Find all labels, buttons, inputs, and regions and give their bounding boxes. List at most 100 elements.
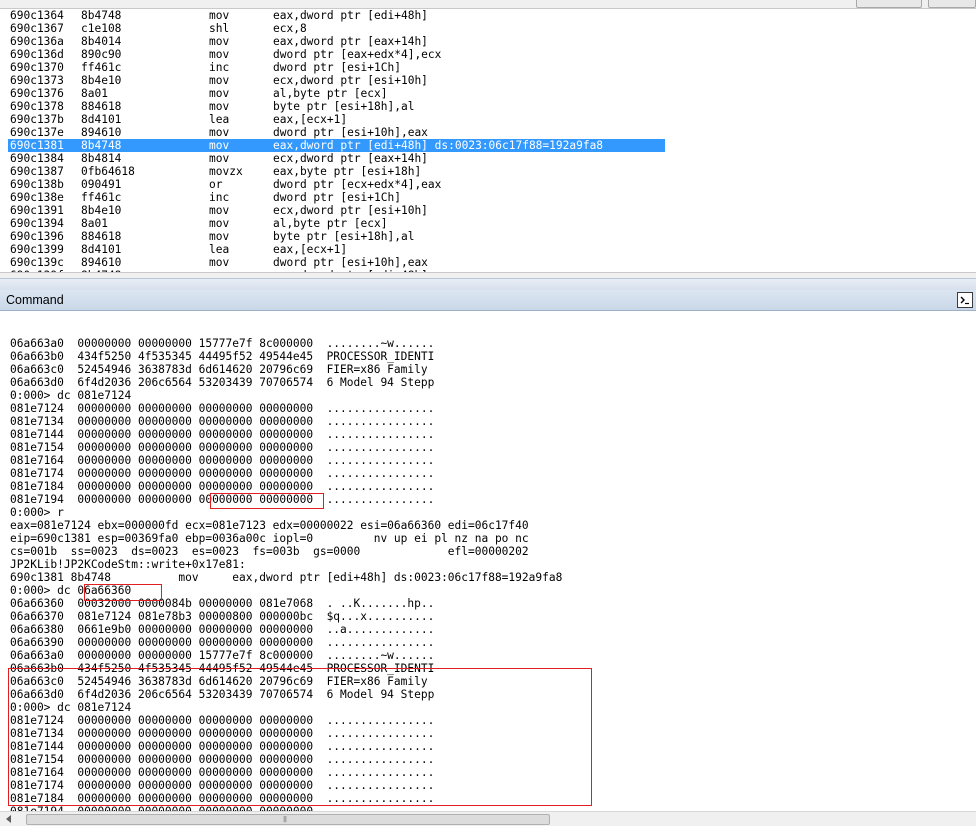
output-line: eax=081e7124 ebx=000000fd ecx=081e7123 e… [10,519,529,532]
instruction-bytes: 0fb64618 [81,165,135,178]
instruction-mnemonic: mov [209,48,230,61]
instruction-operands: dword ptr [esi+10h],eax [273,256,428,269]
disassembly-line[interactable]: 690c139c 894610 mov dword ptr [esi+10h],eax [0,256,976,269]
instruction-operands: dword ptr [esi+1Ch] [273,191,401,204]
instruction-bytes: 090491 [81,178,122,191]
disassembly-line[interactable]: 690c1399 8d4101 lea eax,[ecx+1] [0,243,976,256]
instruction-mnemonic: mov [209,126,230,139]
instruction-address: 690c1378 [10,100,64,113]
output-line: 081e7144 00000000 00000000 00000000 0000… [10,740,435,753]
instruction-bytes: 8b4014 [81,35,122,48]
scrollbar-thumb[interactable]: ||| [26,814,550,825]
instruction-address: 690c1396 [10,230,64,243]
toolbar-button[interactable] [928,0,976,8]
instruction-operands: al,byte ptr [ecx] [273,87,388,100]
disassembly-pane[interactable]: 690c1364 8b4748 mov eax,dword ptr [edi+48h]… [0,0,976,278]
command-window-titlebar: Command [0,290,976,311]
instruction-address: 690c1364 [10,9,64,22]
disassembly-line[interactable]: 690c1370 ff461c inc dword ptr [esi+1Ch] [0,61,976,74]
output-line: 06a663a0 00000000 00000000 15777e7f 8c00… [10,649,435,662]
instruction-bytes: 8b4e10 [81,204,122,217]
instruction-mnemonic: lea [209,243,230,256]
instruction-mnemonic: inc [209,61,230,74]
disassembly-line[interactable]: 690c1384 8b4814 mov ecx,dword ptr [eax+14h] [0,152,976,165]
output-line: 0:000> r [10,506,64,519]
instruction-bytes: 890c90 [81,48,122,61]
instruction-bytes: 8a01 [81,217,108,230]
output-line: 0:000> dc 081e7124 [10,701,132,714]
output-line: 690c1381 8b4748 mov eax,dword ptr [edi+4… [10,571,563,584]
instruction-address: 690c1381 [10,139,64,152]
instruction-address: 690c1384 [10,152,64,165]
instruction-address: 690c1367 [10,22,64,35]
disassembly-line[interactable]: 690c1364 8b4748 mov eax,dword ptr [edi+48h] [0,9,976,22]
disassembly-line[interactable]: 690c136a 8b4014 mov eax,dword ptr [eax+14h] [0,35,976,48]
instruction-address: 690c1399 [10,243,64,256]
instruction-bytes: 894610 [81,126,122,139]
disassembly-line[interactable]: 690c138b 090491 or dword ptr [ecx+edx*4],ea… [0,178,976,191]
output-line: 081e7124 00000000 00000000 00000000 0000… [10,402,435,415]
disassembly-line[interactable]: 690c137b 8d4101 lea eax,[ecx+1] [0,113,976,126]
output-line: 06a663b0 434f5250 4f535345 44495f52 4954… [10,662,435,675]
instruction-mnemonic: mov [209,230,230,243]
instruction-bytes: 894610 [81,256,122,269]
instruction-mnemonic: mov [209,152,230,165]
command-window-title: Command [6,293,64,307]
instruction-operands: eax,[ecx+1] [273,113,348,126]
console-prompt-icon[interactable] [957,292,973,308]
instruction-operands: eax,dword ptr [edi+48h] ds:0023:06c17f88… [273,139,604,152]
instruction-operands: dword ptr [esi+10h],eax [273,126,428,139]
disassembly-line[interactable]: 690c1387 0fb64618 movzx eax,byte ptr [esi+1… [0,165,976,178]
output-line: 081e7124 00000000 00000000 00000000 0000… [10,714,435,727]
output-line: 081e7164 00000000 00000000 00000000 0000… [10,766,435,779]
disassembly-line-selected[interactable]: 690c1381 8b4748 mov eax,dword ptr [edi+48h]… [0,139,976,152]
instruction-mnemonic: or [209,178,223,191]
output-line: 0:000> dc 081e7124 [10,389,132,402]
instruction-operands: byte ptr [esi+18h],al [273,100,415,113]
disassembly-line[interactable]: 690c1391 8b4e10 mov ecx,dword ptr [esi+10h] [0,204,976,217]
instruction-mnemonic: mov [209,139,230,152]
output-line: 081e7164 00000000 00000000 00000000 0000… [10,454,435,467]
instruction-mnemonic: mov [209,35,230,48]
disassembly-listing[interactable]: 690c1364 8b4748 mov eax,dword ptr [edi+48h]… [0,9,976,278]
disassembly-line[interactable]: 690c1376 8a01 mov al,byte ptr [ecx] [0,87,976,100]
scrollbar-grip-icon: ||| [283,816,287,823]
output-line: JP2KLib!JP2KCodeStm::write+0x17e81: [10,558,246,571]
output-line: 081e7184 00000000 00000000 00000000 0000… [10,480,435,493]
output-line: 0:000> dc 06a66360 [10,584,132,597]
instruction-mnemonic: shl [209,22,230,35]
instruction-mnemonic: movzx [209,165,243,178]
command-output[interactable]: 06a663a0 00000000 00000000 15777e7f 8c00… [0,311,976,811]
instruction-mnemonic: mov [209,217,230,230]
disassembly-line[interactable]: 690c1373 8b4e10 mov ecx,dword ptr [esi+10h] [0,74,976,87]
instruction-operands: eax,dword ptr [edi+48h] [273,9,428,22]
output-line: 06a66390 00000000 00000000 00000000 0000… [10,636,435,649]
disassembly-line[interactable]: 690c137e 894610 mov dword ptr [esi+10h],eax [0,126,976,139]
instruction-address: 690c139c [10,256,64,269]
disassembly-line[interactable]: 690c136d 890c90 mov dword ptr [eax+edx*4],e… [0,48,976,61]
instruction-operands: ecx,dword ptr [esi+10h] [273,74,428,87]
output-line: 06a66370 081e7124 081e78b3 00000800 0000… [10,610,435,623]
scroll-left-arrow-icon[interactable] [2,814,16,824]
instruction-operands: dword ptr [esi+1Ch] [273,61,401,74]
instruction-bytes: 8a01 [81,87,108,100]
output-line: 081e7134 00000000 00000000 00000000 0000… [10,415,435,428]
instruction-address: 690c137e [10,126,64,139]
instruction-bytes: 8b4e10 [81,74,122,87]
instruction-address: 690c136a [10,35,64,48]
instruction-mnemonic: mov [209,100,230,113]
disassembly-line[interactable]: 690c1396 884618 mov byte ptr [esi+18h],al [0,230,976,243]
instruction-bytes: ff461c [81,61,122,74]
disassembly-line[interactable]: 690c1378 884618 mov byte ptr [esi+18h],al [0,100,976,113]
disassembly-line[interactable]: 690c1394 8a01 mov al,byte ptr [ecx] [0,217,976,230]
instruction-address: 690c137b [10,113,64,126]
output-line: 081e7154 00000000 00000000 00000000 0000… [10,441,435,454]
instruction-mnemonic: lea [209,113,230,126]
disassembly-line[interactable]: 690c138e ff461c inc dword ptr [esi+1Ch] [0,191,976,204]
toolbar-button[interactable] [856,0,922,8]
disassembly-line[interactable]: 690c1367 c1e108 shl ecx,8 [0,22,976,35]
instruction-operands: ecx,8 [273,22,307,35]
horizontal-scrollbar[interactable]: ||| [0,811,976,826]
output-line: 081e7134 00000000 00000000 00000000 0000… [10,727,435,740]
instruction-operands: dword ptr [eax+edx*4],ecx [273,48,442,61]
